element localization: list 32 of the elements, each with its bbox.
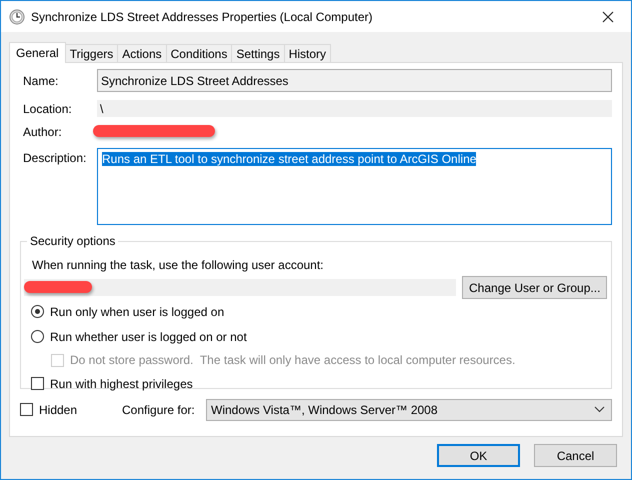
radio-button[interactable] [31, 330, 44, 343]
name-field[interactable]: Synchronize LDS Street Addresses [97, 69, 612, 92]
close-icon [602, 10, 614, 22]
radio-button[interactable] [31, 305, 44, 318]
account-label: When running the task, use the following user account: [32, 258, 325, 272]
field-label: Name: [23, 74, 60, 88]
option-label: Run only when user is logged on [50, 304, 224, 318]
option-label: Run with highest privileges [50, 376, 193, 390]
tab[interactable]: Settings [231, 44, 285, 62]
clock-icon [9, 8, 25, 24]
option-label: Hidden [39, 402, 78, 416]
option-label: Do not store password. The task will only have access to local computer resources. [70, 353, 516, 367]
description-field[interactable]: Runs an ETL tool to synchronize street address point to ArcGIS Online [97, 148, 612, 225]
window-title: Synchronize LDS Street Addresses Properties (Local Computer) [31, 10, 374, 24]
dialog-button[interactable]: Cancel [534, 444, 617, 467]
tab[interactable]: Triggers [64, 44, 118, 62]
redaction-mark [24, 281, 92, 293]
change-user-button[interactable]: Change User or Group... [462, 276, 608, 299]
field-label: Configure for: [122, 402, 196, 416]
checkbox[interactable] [20, 403, 33, 416]
configure-dropdown[interactable]: Windows Vista™, Windows Server™ 2008 [206, 398, 612, 420]
checkbox[interactable] [31, 377, 44, 390]
tab[interactable]: History [284, 44, 332, 62]
tab[interactable]: General [9, 42, 66, 63]
option-label: Run whether user is logged on or not [50, 330, 247, 344]
field-label: Location: [23, 102, 73, 116]
dialog-button[interactable]: OK [437, 444, 520, 467]
field-label: Description: [23, 150, 88, 165]
group-title: Security options [27, 234, 118, 248]
field-label: Author: [23, 125, 63, 139]
caret-icon [594, 406, 605, 413]
location-field: \ [97, 100, 612, 117]
